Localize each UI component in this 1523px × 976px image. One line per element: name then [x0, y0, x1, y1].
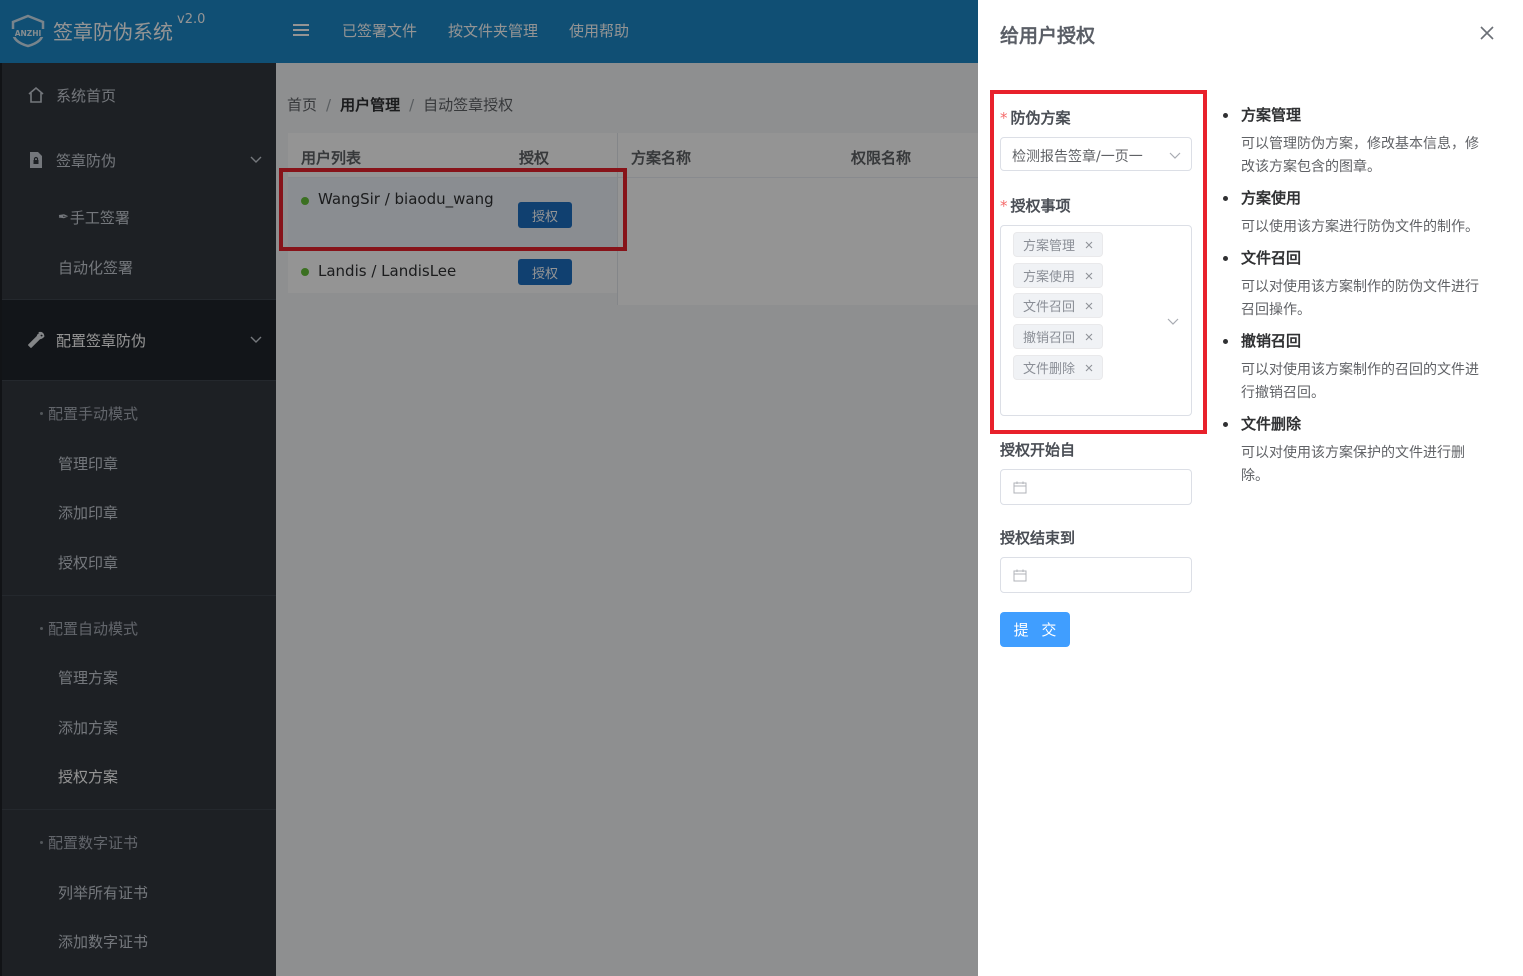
tag-close-icon[interactable] [1084, 332, 1094, 342]
drawer-title: 给用户授权 [1000, 25, 1096, 47]
help-title: 文件召回 [1241, 249, 1302, 267]
authorize-drawer: 给用户授权 * 防伪方案 检测报告签章/一页一 * 授权事项 方案管理 方案使用 文… [978, 0, 1523, 976]
items-label-text: 授权事项 [1010, 197, 1071, 215]
tag-label: 方案使用 [1023, 270, 1076, 285]
items-multi-select[interactable]: 方案管理 方案使用 文件召回 撤销召回 文件删除 [1000, 225, 1192, 416]
start-date-picker[interactable] [1000, 469, 1192, 505]
help-description: 可以管理防伪方案，修改基本信息，修改该方案包含的图章。 [1241, 136, 1479, 175]
close-icon[interactable] [1478, 24, 1496, 42]
calendar-icon [1013, 481, 1027, 494]
tag-label: 文件召回 [1023, 300, 1076, 315]
help-title: 方案使用 [1241, 189, 1302, 207]
tag-close-icon[interactable] [1084, 240, 1094, 250]
tag-label: 撤销召回 [1023, 331, 1076, 346]
calendar-icon [1013, 569, 1027, 582]
help-description: 可以对使用该方案制作的召回的文件进行撤销召回。 [1241, 362, 1479, 401]
plan-select-value: 检测报告签章/一页一 [1012, 149, 1143, 165]
help-title: 方案管理 [1241, 106, 1302, 124]
required-mark: * [1000, 109, 1008, 127]
plan-select[interactable]: 检测报告签章/一页一 [1000, 137, 1192, 171]
list-item: 文件删除 可以对使用该方案保护的文件进行删除。 [1223, 413, 1481, 488]
submit-button[interactable]: 提 交 [1000, 612, 1070, 647]
list-item: 方案管理 可以管理防伪方案，修改基本信息，修改该方案包含的图章。 [1223, 104, 1481, 179]
help-description: 可以对使用该方案保护的文件进行删除。 [1241, 445, 1465, 484]
plan-label: * 防伪方案 [1000, 107, 1071, 128]
tag-label: 方案管理 [1023, 239, 1076, 254]
modal-overlay[interactable] [0, 0, 978, 976]
required-mark: * [1000, 197, 1008, 215]
list-item: 方案使用 可以使用该方案进行防伪文件的制作。 [1223, 187, 1481, 239]
chevron-down-icon [1167, 318, 1179, 325]
tag-file-recall: 文件召回 [1013, 293, 1104, 318]
tag-plan-use: 方案使用 [1013, 263, 1104, 288]
tag-cancel-recall: 撤销召回 [1013, 324, 1104, 349]
list-item: 文件召回 可以对使用该方案制作的防伪文件进行召回操作。 [1223, 247, 1481, 322]
list-item: 撤销召回 可以对使用该方案制作的召回的文件进行撤销召回。 [1223, 330, 1481, 405]
plan-label-text: 防伪方案 [1010, 109, 1071, 127]
end-date-picker[interactable] [1000, 557, 1192, 593]
help-description: 可以对使用该方案制作的防伪文件进行召回操作。 [1241, 279, 1479, 318]
help-title: 撤销召回 [1241, 332, 1302, 350]
start-date-label: 授权开始自 [1000, 441, 1076, 459]
end-date-label: 授权结束到 [1000, 529, 1076, 547]
permission-help-list: 方案管理 可以管理防伪方案，修改基本信息，修改该方案包含的图章。 方案使用 可以… [1223, 104, 1481, 496]
tag-close-icon[interactable] [1084, 301, 1094, 311]
tag-close-icon[interactable] [1084, 271, 1094, 281]
tag-file-delete: 文件删除 [1013, 355, 1104, 380]
tag-label: 文件删除 [1023, 362, 1076, 377]
items-label: * 授权事项 [1000, 195, 1071, 216]
help-title: 文件删除 [1241, 415, 1302, 433]
tag-plan-manage: 方案管理 [1013, 232, 1104, 257]
chevron-down-icon [1169, 152, 1181, 159]
tag-close-icon[interactable] [1084, 363, 1094, 373]
help-description: 可以使用该方案进行防伪文件的制作。 [1241, 219, 1479, 235]
